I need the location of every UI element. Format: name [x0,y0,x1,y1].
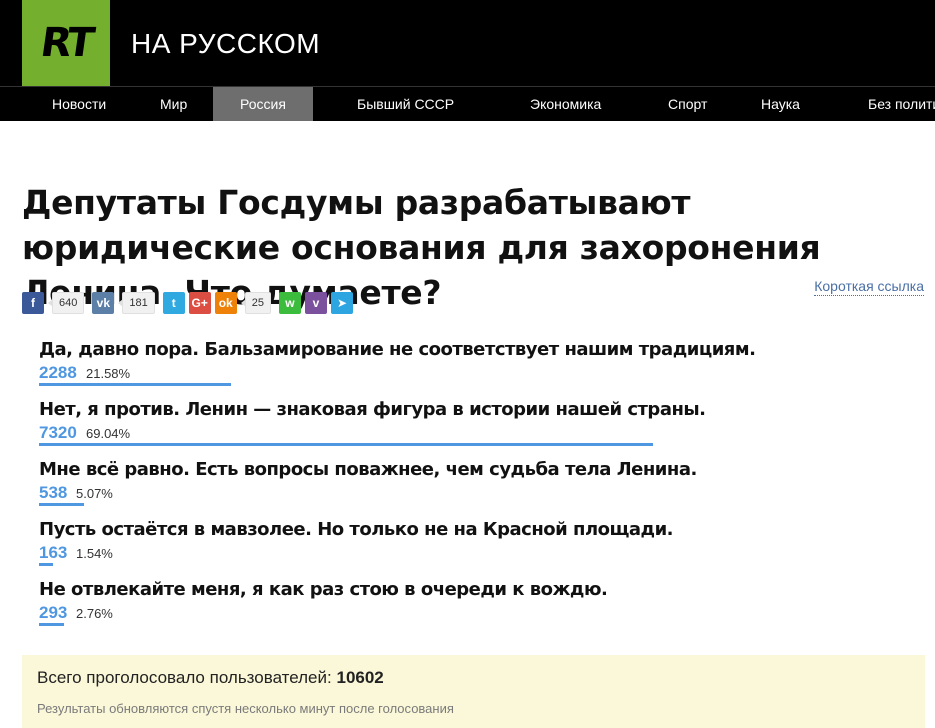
poll-option-bar [39,623,64,626]
nav-item-sport[interactable]: Спорт [668,87,707,121]
poll-summary: Всего проголосовало пользователей: 10602… [22,655,925,728]
site-header: RT НА РУССКОМ [0,0,935,86]
odnoklassniki-count: 25 [240,292,271,314]
poll-option-count: 163 [39,543,68,562]
poll-results: Да, давно пора. Бальзамирование не соотв… [39,338,909,638]
poll-option-label: Мне всё равно. Есть вопросы поважнее, че… [39,459,697,480]
facebook-count: 640 [47,292,85,314]
poll-option-percent: 2.76% [76,606,113,621]
main-nav: Новости Мир Россия Бывший СССР Экономика… [0,86,935,121]
poll-total-label: Всего проголосовало пользователей: [37,668,332,687]
poll-option-count: 7320 [39,423,77,442]
rt-logo[interactable]: RT [22,0,110,86]
nav-item-world[interactable]: Мир [160,87,187,121]
poll-option-bar [39,443,653,446]
nav-item-economy[interactable]: Экономика [530,87,601,121]
whatsapp-icon[interactable]: w [278,292,301,314]
vk-count: 181 [118,292,155,314]
poll-total-value: 10602 [336,668,384,687]
poll-option-bar [39,563,53,566]
poll-option: Не отвлекайте меня, я как раз стою в оче… [39,578,909,638]
poll-option: Мне всё равно. Есть вопросы поважнее, че… [39,458,909,518]
poll-option-count: 293 [39,603,68,622]
poll-option-bar [39,383,231,386]
poll-option-count: 538 [39,483,68,502]
poll-option-label: Не отвлекайте меня, я как раз стою в оче… [39,579,608,600]
nav-item-science[interactable]: Наука [761,87,800,121]
twitter-icon[interactable]: t [162,292,185,314]
brand-title[interactable]: НА РУССКОМ [131,28,320,60]
poll-option-percent: 5.07% [76,486,113,501]
nav-item-russia[interactable]: Россия [213,87,313,121]
poll-option-percent: 69.04% [86,426,131,441]
vk-icon[interactable]: vk [92,292,115,314]
poll-option-label: Нет, я против. Ленин — знаковая фигура в… [39,399,706,420]
poll-option-percent: 21.58% [86,366,131,381]
nav-item-news[interactable]: Новости [52,87,106,121]
short-link[interactable]: Короткая ссылка [814,278,924,296]
poll-total: Всего проголосовало пользователей: 10602 [37,668,384,688]
nav-item-former-ussr[interactable]: Бывший СССР [357,87,454,121]
telegram-icon[interactable]: ➤ [330,292,353,314]
nav-item-no-politics[interactable]: Без полити [868,87,935,121]
googleplus-icon[interactable]: G+ [188,292,211,314]
facebook-icon[interactable]: f [22,292,44,314]
rt-logo-text: RT [37,20,95,66]
poll-option-percent: 1.54% [76,546,113,561]
poll-option-label: Да, давно пора. Бальзамирование не соотв… [39,339,756,360]
viber-icon[interactable]: v [304,292,327,314]
odnoklassniki-icon[interactable]: ok [214,292,237,314]
poll-option: Пусть остаётся в мавзолее. Но только не … [39,518,909,578]
poll-option: Нет, я против. Ленин — знаковая фигура в… [39,398,909,458]
poll-option: Да, давно пора. Бальзамирование не соотв… [39,338,909,398]
poll-option-label: Пусть остаётся в мавзолее. Но только не … [39,519,674,540]
poll-update-note: Результаты обновляются спустя несколько … [37,701,454,716]
poll-option-count: 2288 [39,363,77,382]
share-bar: f 640 vk 181 t G+ ok 25 w v ➤ [22,292,357,314]
poll-option-bar [39,503,84,506]
